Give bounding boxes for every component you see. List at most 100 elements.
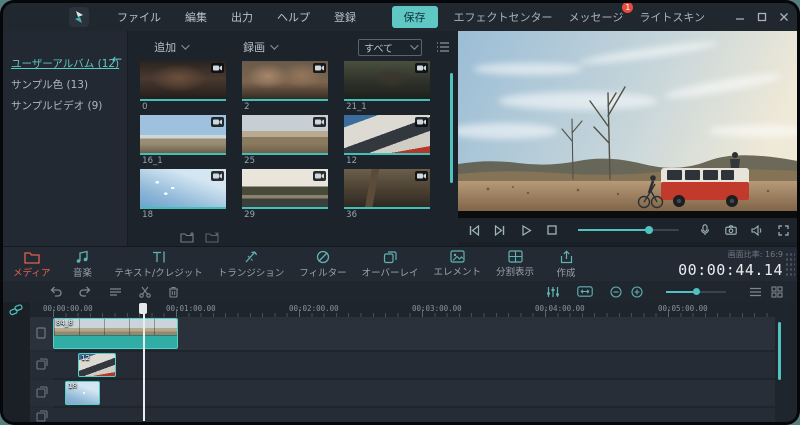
tab-media[interactable]: メディア [13, 250, 50, 279]
ruler-label: 00:00:00.00 [43, 304, 93, 313]
clip-audio-region [54, 335, 177, 348]
menu-edit[interactable]: 編集 [185, 9, 207, 25]
tab-filter[interactable]: フィルター [299, 250, 346, 279]
zoom-to-fit-icon[interactable] [577, 286, 593, 297]
tab-label: メディア [13, 265, 50, 279]
timeline-scrollbar[interactable] [778, 322, 781, 380]
video-clip-icon [313, 63, 326, 73]
stop-button[interactable] [540, 221, 564, 239]
pip-track-2[interactable] [30, 352, 775, 378]
tab-label: 音楽 [73, 265, 92, 279]
timeline-clip[interactable]: 18 [65, 381, 100, 405]
media-item[interactable]: 2 [242, 61, 328, 114]
media-item[interactable]: 0 [140, 61, 226, 114]
sidebar-item-sample-colors[interactable]: サンプル色 (13) [3, 74, 127, 95]
media-item[interactable]: 16_1 [140, 115, 226, 168]
audio-mixer-icon[interactable] [546, 286, 560, 298]
volume-icon[interactable] [745, 221, 769, 239]
split-scissors-icon[interactable] [139, 286, 151, 298]
collapse-sidebar-icon[interactable]: ← [112, 53, 122, 65]
media-item-label: 29 [242, 209, 328, 222]
media-filter-select[interactable]: すべて [358, 39, 422, 56]
light-skin-button[interactable]: ライトスキン [639, 9, 705, 25]
media-filter-value: すべて [364, 40, 393, 55]
media-item-label: 16_1 [140, 155, 226, 168]
media-item[interactable]: 21_1 [344, 61, 430, 114]
video-clip-icon [313, 117, 326, 127]
pip-track-icon [36, 386, 48, 398]
zoom-out-icon[interactable] [610, 286, 622, 298]
list-view-icon[interactable] [436, 41, 450, 53]
message-button[interactable]: メッセージ 1 [569, 9, 624, 25]
delete-trash-icon[interactable] [168, 286, 179, 298]
add-media-dropdown[interactable]: 追加 [154, 39, 187, 55]
tab-overlay[interactable]: オーバーレイ [362, 250, 419, 279]
video-clip-icon [415, 63, 428, 73]
clip-properties-icon[interactable] [109, 287, 122, 297]
delete-folder-icon[interactable] [205, 231, 220, 243]
timeline-clip[interactable]: 84_8 [53, 318, 178, 349]
menu-register[interactable]: 登録 [334, 9, 356, 25]
menu-file[interactable]: ファイル [117, 9, 161, 25]
media-item[interactable]: 29 [242, 169, 328, 222]
preview-video [458, 31, 797, 218]
minimize-icon[interactable] [735, 12, 745, 22]
save-button[interactable]: 保存 [392, 6, 438, 28]
play-button[interactable] [514, 221, 538, 239]
media-item[interactable]: 12 [344, 115, 430, 168]
timeline-ruler[interactable]: 00:00:00.00 00:01:00.00 00:02:00.00 00:0… [3, 302, 797, 317]
playback-controls [458, 218, 797, 242]
playhead-line[interactable] [143, 303, 145, 421]
media-item[interactable]: 25 [242, 115, 328, 168]
undo-icon[interactable] [49, 286, 62, 297]
track-list-icon[interactable] [749, 287, 762, 297]
seek-knob[interactable] [645, 226, 653, 234]
fullscreen-icon[interactable] [771, 221, 795, 239]
tab-music[interactable]: 音楽 [65, 250, 99, 279]
media-item[interactable]: 18 [140, 169, 226, 222]
tab-transition[interactable]: トランジション [218, 250, 285, 279]
video-clip-icon [313, 171, 326, 181]
maximize-icon[interactable] [757, 12, 767, 22]
zoom-in-icon[interactable] [631, 286, 643, 298]
timeline-clip[interactable]: 12 [78, 353, 116, 377]
pip-track-4[interactable] [30, 408, 775, 422]
video-clip-icon [415, 117, 428, 127]
record-dropdown[interactable]: 録画 [243, 39, 276, 55]
tab-split-screen[interactable]: 分割表示 [496, 250, 534, 278]
tab-element[interactable]: エレメント [434, 250, 482, 278]
previous-frame-button[interactable] [462, 221, 486, 239]
media-scrollbar[interactable] [450, 73, 453, 183]
app-logo-icon [69, 7, 89, 27]
snapshot-camera-icon[interactable] [719, 221, 743, 239]
zoom-knob[interactable] [693, 288, 700, 295]
next-frame-button[interactable] [488, 221, 512, 239]
sidebar-item-sample-video[interactable]: サンプルビデオ (9) [3, 95, 127, 116]
grid-view-icon[interactable] [771, 286, 783, 298]
link-clips-icon[interactable] [9, 304, 23, 316]
tab-label: 作成 [557, 265, 576, 279]
chevron-down-icon [270, 41, 278, 49]
pip-track-3[interactable] [30, 380, 775, 406]
clip-label: 84_8 [56, 319, 73, 327]
effect-center-button[interactable]: エフェクトセンター [454, 9, 553, 25]
redo-icon[interactable] [79, 286, 92, 297]
media-item-label: 2 [242, 101, 328, 114]
media-item[interactable]: 36 [344, 169, 430, 222]
aspect-ratio-label: 画面比率: 16:9 [678, 249, 783, 260]
panel-resize-gripper[interactable] [785, 252, 795, 278]
playhead-handle[interactable] [139, 303, 147, 314]
tab-create[interactable]: 作成 [549, 250, 583, 279]
ruler-label: 00:02:00.00 [289, 304, 339, 313]
asset-tab-bar: メディア 音楽 テキスト/クレジット トランジション フィルター オーバーレイ … [3, 246, 797, 281]
microphone-icon[interactable] [693, 221, 717, 239]
add-media-label: 追加 [154, 39, 176, 55]
tab-text-credit[interactable]: テキスト/クレジット [114, 250, 202, 279]
add-folder-icon[interactable] [180, 231, 195, 243]
timeline-zoom-slider[interactable] [666, 291, 726, 293]
close-icon[interactable] [779, 12, 789, 22]
menu-help[interactable]: ヘルプ [277, 9, 310, 25]
seek-slider[interactable] [578, 229, 679, 231]
menu-export[interactable]: 出力 [231, 9, 253, 25]
sidebar-item-user-album[interactable]: ユーザーアルバム (12) [3, 53, 127, 74]
